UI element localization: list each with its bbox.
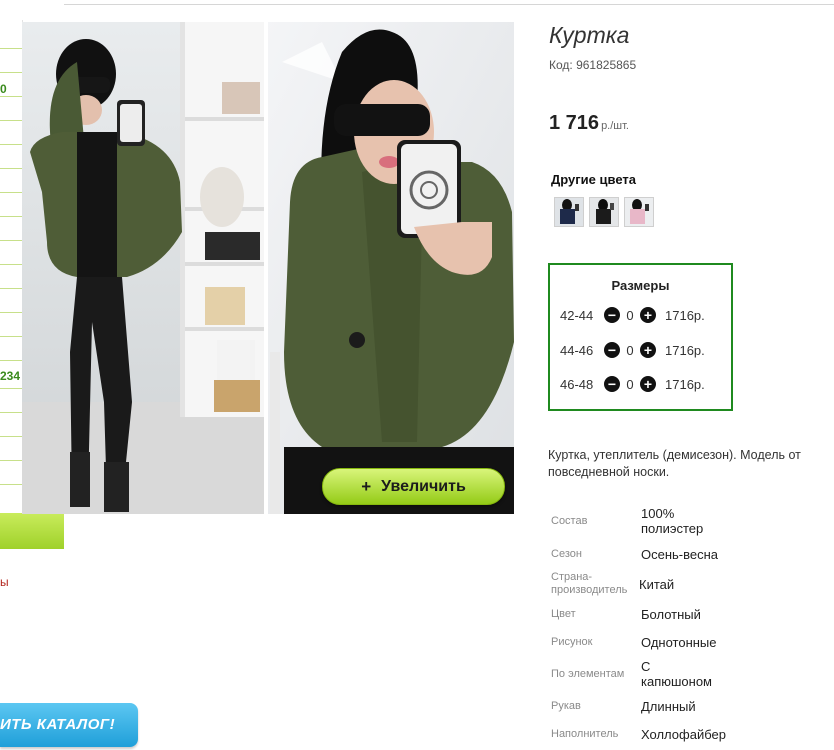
property-label: Сезон [551,547,582,560]
product-image [22,22,514,514]
thumbnail-image [625,198,653,226]
product-code: Код: 961825865 [549,58,637,72]
sidebar-number: 234 [0,369,21,383]
color-thumbnail-black[interactable] [589,197,619,227]
menu-divider [0,336,22,337]
sidebar-link[interactable]: ы [0,575,9,589]
plus-icon[interactable]: + [640,342,656,358]
property-row: Состав 100% полиэстер [551,505,834,537]
product-photo[interactable] [22,22,514,514]
property-label: Рукав [551,699,581,712]
minus-icon[interactable]: − [604,307,620,323]
property-label: По элементам [551,667,625,680]
size-label: 42-44 [560,307,594,323]
zoom-button[interactable]: + Увеличить [322,468,505,505]
size-row: 42-44 − 0 + 1716р. [560,305,705,325]
size-price: 1716р. [665,307,705,323]
property-label: Состав [551,514,588,527]
thumbnail-image [590,198,618,226]
description-line: Куртка, утеплитель (демисезон). Модель о… [548,448,801,462]
menu-divider [0,192,22,193]
property-value: Длинный [641,698,696,714]
size-label: 44-46 [560,342,594,358]
color-thumbnail-pink[interactable] [624,197,654,227]
price-unit: р./шт. [601,120,629,132]
property-row: Рукав Длинный [551,697,834,715]
product-price: 1 716 р./шт. [549,112,629,135]
property-value: Однотонные [641,634,717,650]
property-label: Рисунок [551,635,593,648]
minus-icon[interactable]: − [604,376,620,392]
size-label: 46-48 [560,376,594,392]
menu-divider [0,360,22,361]
property-value: Осень-весна [641,546,719,562]
property-label: Страна-производитель [551,571,628,596]
color-thumbnail-navy[interactable] [554,197,584,227]
other-colors-list [554,197,654,227]
menu-divider [0,72,22,73]
property-value: Холлофайбер [641,726,726,742]
size-row: 44-46 − 0 + 1716р. [560,340,705,360]
menu-divider [0,120,22,121]
size-row: 46-48 − 0 + 1716р. [560,374,705,394]
product-title: Куртка [549,22,630,48]
property-row: Рисунок Однотонные [551,633,834,651]
menu-divider [0,460,22,461]
size-price: 1716р. [665,342,705,358]
plus-icon[interactable]: + [640,376,656,392]
size-quantity[interactable]: 0 [620,343,640,358]
sidebar-number: 0 [0,82,7,96]
property-row: По элементам С капюшоном [551,658,834,690]
menu-divider [0,388,22,389]
menu-divider [0,312,22,313]
menu-divider [0,436,22,437]
product-description: Куртка, утеплитель (демисезон). Модель о… [548,447,834,481]
property-row: Сезон Осень-весна [551,545,834,563]
minus-icon[interactable]: − [604,342,620,358]
property-label: Наполнитель [551,727,619,740]
property-value: Болотный [641,606,701,622]
sidebar-green-button[interactable] [0,513,64,549]
property-value: С капюшоном [641,659,712,689]
menu-divider [0,412,22,413]
property-row: Цвет Болотный [551,605,834,623]
menu-divider [0,240,22,241]
plus-icon[interactable]: + [640,307,656,323]
menu-divider [0,168,22,169]
property-row: Страна-производитель Китай [551,569,834,599]
property-value: Китай [639,576,675,592]
menu-divider [0,48,22,49]
price-value: 1 716 [549,112,600,134]
menu-divider [0,484,22,485]
size-quantity[interactable]: 0 [620,308,640,323]
size-quantity[interactable]: 0 [620,377,640,392]
catalog-button[interactable]: ИТЬ КАТАЛОГ! [0,703,138,747]
property-row: Наполнитель Холлофайбер [551,725,834,743]
sizes-panel: Размеры 42-44 − 0 + 1716р. 44-46 − 0 + 1… [548,263,733,411]
menu-divider [0,216,22,217]
other-colors-title: Другие цвета [551,172,636,187]
menu-divider [0,264,22,265]
description-line: повседневной носки. [548,465,670,479]
menu-divider [0,96,22,97]
top-divider [64,4,834,5]
menu-divider [0,288,22,289]
zoom-button-label: Увеличить [381,477,466,495]
size-price: 1716р. [665,376,705,392]
menu-divider [0,144,22,145]
property-value: 100% полиэстер [641,506,704,536]
thumbnail-image [555,198,583,226]
plus-icon: + [361,476,372,496]
property-label: Цвет [551,607,576,620]
sizes-title: Размеры [611,278,670,293]
